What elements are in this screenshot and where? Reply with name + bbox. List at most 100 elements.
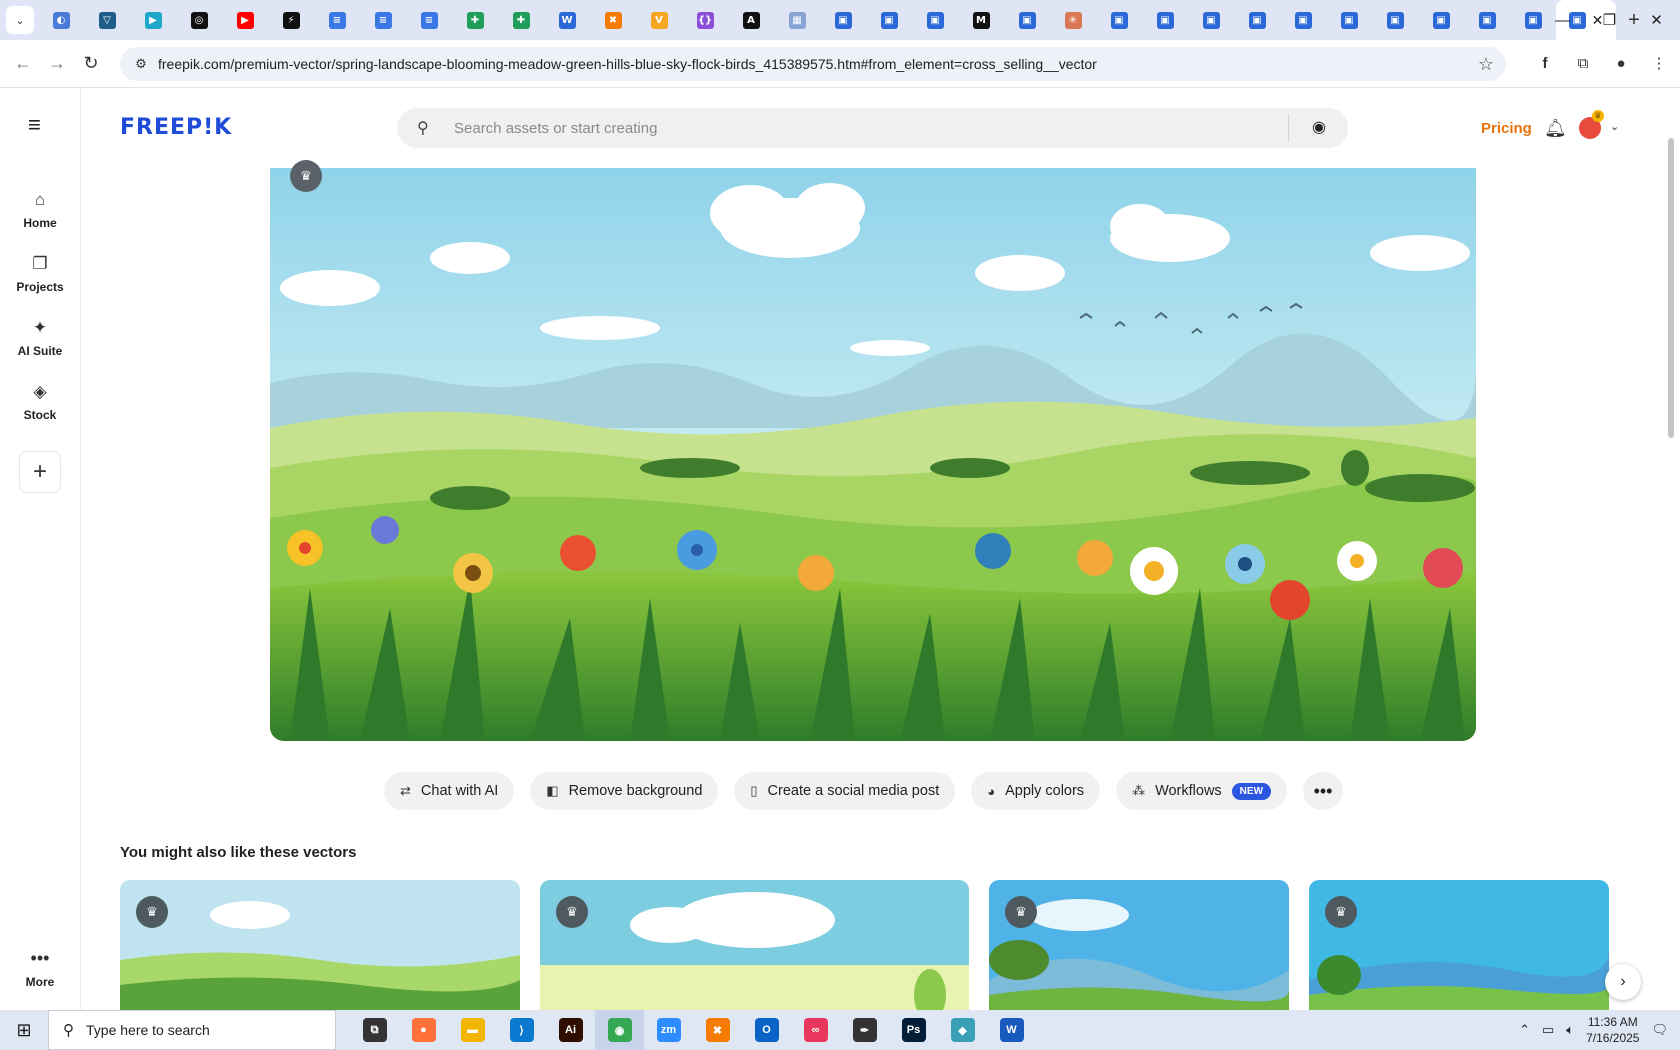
windows-start-icon[interactable]: ⊞ (0, 1020, 48, 1041)
browser-tab[interactable]: ▣ (866, 0, 912, 40)
related-vector-card[interactable]: ♛ (540, 880, 969, 1010)
chat-with-ai-button[interactable]: ⇄ Chat with AI (384, 772, 515, 810)
sidebar-item-projects[interactable]: ❐ Projects (0, 254, 80, 294)
chevron-down-icon[interactable]: ⌄ (1610, 120, 1619, 133)
taskbar-app[interactable]: ✖ (693, 1010, 742, 1050)
clock[interactable]: 11:36 AM 7/16/2025 (1586, 1014, 1639, 1046)
search-icon: ⚲ (417, 120, 429, 137)
reload-button[interactable]: ↻ (74, 53, 108, 74)
restore-button[interactable]: ❐ (1586, 0, 1633, 40)
freepik-logo[interactable]: FREEP!K (120, 115, 232, 140)
search-input[interactable]: Search assets or start creating (454, 120, 657, 137)
vector-preview-image[interactable] (270, 168, 1476, 741)
taskbar-app[interactable]: W (987, 1010, 1036, 1050)
taskbar-app[interactable]: ⟩ (497, 1010, 546, 1050)
browser-tab[interactable]: ▣ (1372, 0, 1418, 40)
browser-tab[interactable]: ≡ (360, 0, 406, 40)
browser-tab[interactable]: A (728, 0, 774, 40)
taskbar-app[interactable]: ✒ (840, 1010, 889, 1050)
workflows-button[interactable]: ⁂ Workflows NEW (1116, 772, 1288, 810)
address-bar[interactable]: ⚙ freepik.com/premium-vector/spring-land… (120, 47, 1506, 81)
apply-colors-button[interactable]: ◕ Apply colors (971, 772, 1101, 810)
show-hidden-icons-icon[interactable]: ⌃ (1519, 1022, 1530, 1038)
related-vector-card[interactable]: ♛ (1309, 880, 1609, 1010)
sidebar-item-stock[interactable]: ◈ Stock (0, 382, 80, 422)
browser-tab[interactable]: W (544, 0, 590, 40)
url-text[interactable]: freepik.com/premium-vector/spring-landsc… (158, 56, 1097, 72)
browser-tab[interactable]: ◐ (38, 0, 84, 40)
browser-tab[interactable]: ▣ (1280, 0, 1326, 40)
browser-menu-icon[interactable]: ⋮ (1644, 48, 1674, 78)
forward-button[interactable]: → (40, 53, 74, 74)
carousel-next-button[interactable]: › (1605, 964, 1641, 1000)
taskbar-search[interactable]: ⚲ Type here to search (48, 1010, 336, 1050)
browser-tab[interactable]: ▣ (1142, 0, 1188, 40)
browser-tab[interactable]: ▣ (1418, 0, 1464, 40)
browser-tab[interactable]: ▽ (84, 0, 130, 40)
taskbar-app[interactable]: ⧉ (350, 1010, 399, 1050)
taskbar-app[interactable]: zm (644, 1010, 693, 1050)
browser-tab[interactable]: ✚ (452, 0, 498, 40)
sidebar-item-home[interactable]: ⌂ Home (0, 190, 80, 230)
browser-tab[interactable]: V (636, 0, 682, 40)
page-scrollbar[interactable] (1664, 132, 1678, 1010)
browser-tab[interactable]: ▦ (774, 0, 820, 40)
browser-tab[interactable]: ✚ (498, 0, 544, 40)
browser-tab[interactable]: ▶ (222, 0, 268, 40)
browser-tab[interactable]: ▣ (1464, 0, 1510, 40)
browser-tab[interactable]: ▣ (820, 0, 866, 40)
profile-avatar-icon[interactable]: ● (1606, 48, 1636, 78)
close-window-button[interactable]: ✕ (1633, 0, 1680, 40)
home-icon: ⌂ (34, 190, 46, 209)
browser-tab[interactable]: ✳ (1050, 0, 1096, 40)
notifications-icon[interactable]: 🗨︎ (1651, 1022, 1668, 1038)
tab-search-button[interactable]: ⌄ (6, 6, 34, 34)
site-info-icon[interactable]: ⚙ (128, 56, 154, 72)
browser-tab[interactable]: ⚡ (268, 0, 314, 40)
extensions-puzzle-icon[interactable]: ⧉ (1568, 48, 1598, 78)
taskbar-app[interactable]: ◉ (595, 1010, 644, 1050)
browser-tab[interactable]: ◎ (176, 0, 222, 40)
browser-tab[interactable]: ▣ (912, 0, 958, 40)
hamburger-menu-icon[interactable]: ≡ (28, 112, 41, 138)
font-extension-icon[interactable]: f (1530, 48, 1560, 78)
back-button[interactable]: ← (6, 53, 40, 74)
remove-background-button[interactable]: ◧ Remove background (530, 772, 719, 810)
sidebar-item-more[interactable]: ••• More (0, 948, 80, 989)
browser-tab[interactable]: ▣ (1326, 0, 1372, 40)
bookmark-star-icon[interactable]: ☆ (1478, 54, 1494, 75)
related-vector-card[interactable]: ♛ (989, 880, 1289, 1010)
add-shortcut-button[interactable]: + (19, 451, 61, 493)
taskbar-app[interactable]: ● (399, 1010, 448, 1050)
browser-tab[interactable]: ≡ (406, 0, 452, 40)
taskbar-search-input[interactable]: Type here to search (86, 1022, 210, 1038)
taskbar-app[interactable]: Ps (889, 1010, 938, 1050)
browser-tab[interactable]: M (958, 0, 1004, 40)
taskbar-app[interactable]: ∞ (791, 1010, 840, 1050)
taskbar-app[interactable]: ▬ (448, 1010, 497, 1050)
sidebar-item-ai-suite[interactable]: ✦ AI Suite (0, 318, 80, 358)
minimize-button[interactable]: — (1539, 0, 1586, 40)
taskbar-app[interactable]: Ai (546, 1010, 595, 1050)
volume-icon[interactable]: 🔈︎ (1566, 1022, 1574, 1038)
browser-tab[interactable]: {} (682, 0, 728, 40)
chip-label: Workflows (1155, 783, 1222, 799)
network-icon[interactable]: ▭ (1542, 1022, 1554, 1038)
search-bar[interactable]: ⚲ Search assets or start creating ◉ (397, 108, 1348, 148)
scrollbar-thumb[interactable] (1668, 138, 1674, 438)
browser-tab[interactable]: ✖ (590, 0, 636, 40)
browser-tab[interactable]: ▣ (1234, 0, 1280, 40)
pricing-link[interactable]: Pricing (1481, 120, 1532, 137)
create-social-post-button[interactable]: ▯ Create a social media post (734, 772, 956, 810)
taskbar-app[interactable]: O (742, 1010, 791, 1050)
browser-tab[interactable]: ▣ (1188, 0, 1234, 40)
browser-tab[interactable]: ▶ (130, 0, 176, 40)
camera-search-icon[interactable]: ◉ (1312, 117, 1326, 137)
browser-tab[interactable]: ≡ (314, 0, 360, 40)
related-vector-card[interactable]: ♛ (120, 880, 520, 1010)
more-actions-button[interactable]: ••• (1303, 772, 1344, 810)
notifications-bell-icon[interactable]: 🔔︎ (1544, 118, 1567, 139)
browser-tab[interactable]: ▣ (1004, 0, 1050, 40)
browser-tab[interactable]: ▣ (1096, 0, 1142, 40)
taskbar-app[interactable]: ◆ (938, 1010, 987, 1050)
